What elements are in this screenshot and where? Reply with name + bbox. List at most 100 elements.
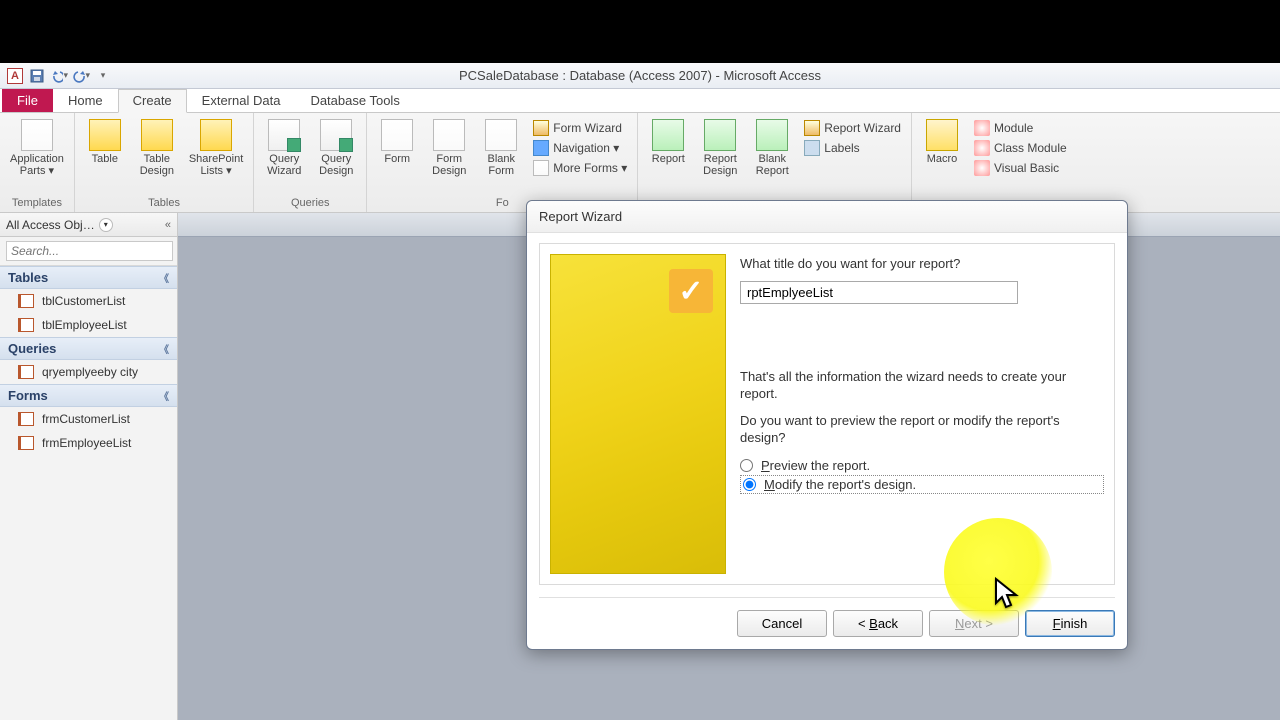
report-design-icon bbox=[704, 119, 736, 151]
module-button[interactable]: Module bbox=[970, 119, 1071, 137]
tab-database-tools[interactable]: Database Tools bbox=[295, 89, 414, 112]
blank-report-button[interactable]: Blank Report bbox=[748, 117, 796, 179]
finish-button[interactable]: FinishFinish bbox=[1025, 610, 1115, 637]
form-wizard-button[interactable]: Form Wizard bbox=[529, 119, 631, 137]
radio-modify[interactable]: MModify the report's design.odify the re… bbox=[740, 475, 1104, 494]
report-wizard-button[interactable]: Report Wizard bbox=[800, 119, 905, 137]
dialog-body: What title do you want for your report? … bbox=[527, 233, 1127, 649]
query-wizard-icon bbox=[268, 119, 300, 151]
info-text-1: That's all the information the wizard ne… bbox=[740, 368, 1104, 402]
blank-form-button[interactable]: Blank Form bbox=[477, 117, 525, 179]
report-wizard-icon bbox=[804, 120, 820, 136]
save-icon[interactable] bbox=[28, 67, 46, 85]
sharepoint-lists-button[interactable]: SharePoint Lists ▾ bbox=[185, 117, 247, 179]
quick-access-toolbar: A ▾ ▾ ▾ bbox=[0, 67, 118, 85]
tab-file[interactable]: File bbox=[2, 89, 53, 112]
report-title-input[interactable] bbox=[740, 281, 1018, 304]
category-queries-label: Queries bbox=[8, 341, 56, 356]
nav-item-frmcustomerlist[interactable]: frmCustomerList bbox=[0, 407, 177, 431]
more-forms-button[interactable]: More Forms ▾ bbox=[529, 159, 631, 177]
search-input[interactable] bbox=[6, 241, 173, 261]
table-object-icon bbox=[18, 294, 34, 308]
ribbon-tabs: File Home Create External Data Database … bbox=[0, 89, 1280, 113]
query-object-icon bbox=[18, 365, 34, 379]
category-forms[interactable]: Forms 《 bbox=[0, 384, 177, 407]
navigation-label: Navigation ▾ bbox=[553, 141, 619, 155]
category-tables[interactable]: Tables《 bbox=[0, 266, 177, 289]
dialog-title: Report Wizard bbox=[527, 201, 1127, 233]
category-tables-label: Tables bbox=[8, 270, 48, 285]
blank-form-icon bbox=[485, 119, 517, 151]
form-design-label: Form Design bbox=[432, 153, 466, 177]
nav-item-tblcustomerlist[interactable]: tblCustomerList bbox=[0, 289, 177, 313]
tab-create[interactable]: Create bbox=[118, 89, 187, 113]
navigation-pane: All Access Obj… ▾ « 🔍 Tables《 tblCustome… bbox=[0, 213, 178, 720]
macro-button[interactable]: Macro bbox=[918, 117, 966, 167]
collapse-icon: 《 bbox=[159, 341, 169, 356]
form-wizard-label: Form Wizard bbox=[553, 121, 622, 135]
tab-home[interactable]: Home bbox=[53, 89, 118, 112]
macro-icon bbox=[926, 119, 958, 151]
form-button[interactable]: Form bbox=[373, 117, 421, 167]
nav-item-qryemplyeeby-city[interactable]: qryemplyeeby city bbox=[0, 360, 177, 384]
collapse-pane-icon[interactable]: « bbox=[165, 219, 171, 231]
nav-item-frmemployeelist[interactable]: frmEmployeeList bbox=[0, 431, 177, 455]
redo-icon[interactable]: ▾ bbox=[72, 67, 90, 85]
report-design-label: Report Design bbox=[703, 153, 737, 177]
report-icon bbox=[652, 119, 684, 151]
sharepoint-label: SharePoint Lists ▾ bbox=[189, 153, 243, 177]
nav-item-label: qryemplyeeby city bbox=[42, 365, 138, 379]
access-icon: A bbox=[7, 68, 23, 84]
form-design-button[interactable]: Form Design bbox=[425, 117, 473, 179]
query-design-button[interactable]: Query Design bbox=[312, 117, 360, 179]
query-design-label: Query Design bbox=[319, 153, 353, 177]
visual-basic-button[interactable]: Visual Basic bbox=[970, 159, 1071, 177]
table-design-icon bbox=[141, 119, 173, 151]
application-parts-button[interactable]: Application Parts ▾ bbox=[6, 117, 68, 179]
blank-form-label: Blank Form bbox=[488, 153, 516, 177]
labels-button[interactable]: Labels bbox=[800, 139, 905, 157]
query-wizard-button[interactable]: Query Wizard bbox=[260, 117, 308, 179]
category-forms-label: Forms bbox=[8, 388, 48, 403]
navigation-button[interactable]: Navigation ▾ bbox=[529, 139, 631, 157]
nav-item-label: tblEmployeeList bbox=[42, 318, 127, 332]
report-button[interactable]: Report bbox=[644, 117, 692, 167]
nav-item-tblemployeelist[interactable]: tblEmployeeList bbox=[0, 313, 177, 337]
report-design-button[interactable]: Report Design bbox=[696, 117, 744, 179]
back-button[interactable]: < Back< Back bbox=[833, 610, 923, 637]
title-question: What title do you want for your report? bbox=[740, 256, 1104, 271]
group-queries-label: Queries bbox=[260, 196, 360, 210]
category-queries[interactable]: Queries 《 bbox=[0, 337, 177, 360]
form-object-icon bbox=[18, 412, 34, 426]
table-design-button[interactable]: Table Design bbox=[133, 117, 181, 179]
table-design-label: Table Design bbox=[140, 153, 174, 177]
cancel-button[interactable]: Cancel bbox=[737, 610, 827, 637]
query-design-icon bbox=[320, 119, 352, 151]
nav-item-label: tblCustomerList bbox=[42, 294, 125, 308]
collapse-icon: 《 bbox=[159, 388, 169, 403]
window-title: PCSaleDatabase : Database (Access 2007) … bbox=[459, 68, 821, 83]
ribbon-body: Application Parts ▾ Templates Table Tabl… bbox=[0, 113, 1280, 213]
radio-preview[interactable]: PPreview the report.review the report. bbox=[740, 456, 1104, 475]
nav-pane-header[interactable]: All Access Obj… ▾ « bbox=[0, 213, 177, 237]
checkmark-icon bbox=[669, 269, 713, 313]
class-module-button[interactable]: Class Module bbox=[970, 139, 1071, 157]
group-forms: Form Form Design Blank Form Form Wizard … bbox=[367, 113, 638, 212]
report-wizard-label: Report Wizard bbox=[824, 121, 901, 135]
undo-icon[interactable]: ▾ bbox=[50, 67, 68, 85]
form-object-icon bbox=[18, 436, 34, 450]
radio-modify-input[interactable] bbox=[743, 478, 756, 491]
tab-external-data[interactable]: External Data bbox=[187, 89, 296, 112]
dialog-button-row: Cancel < Back< Back Next >Next > FinishF… bbox=[539, 597, 1115, 637]
more-forms-icon bbox=[533, 160, 549, 176]
query-wizard-label: Query Wizard bbox=[267, 153, 301, 177]
table-button[interactable]: Table bbox=[81, 117, 129, 167]
info-text-2: Do you want to preview the report or mod… bbox=[740, 412, 1104, 446]
qat-customize-icon[interactable]: ▾ bbox=[94, 67, 112, 85]
more-forms-label: More Forms ▾ bbox=[553, 161, 627, 175]
visual-basic-icon bbox=[974, 160, 990, 176]
radio-preview-input[interactable] bbox=[740, 459, 753, 472]
app-icon[interactable]: A bbox=[6, 67, 24, 85]
report-wizard-dialog: Report Wizard What title do you want for… bbox=[526, 200, 1128, 650]
labels-icon bbox=[804, 140, 820, 156]
